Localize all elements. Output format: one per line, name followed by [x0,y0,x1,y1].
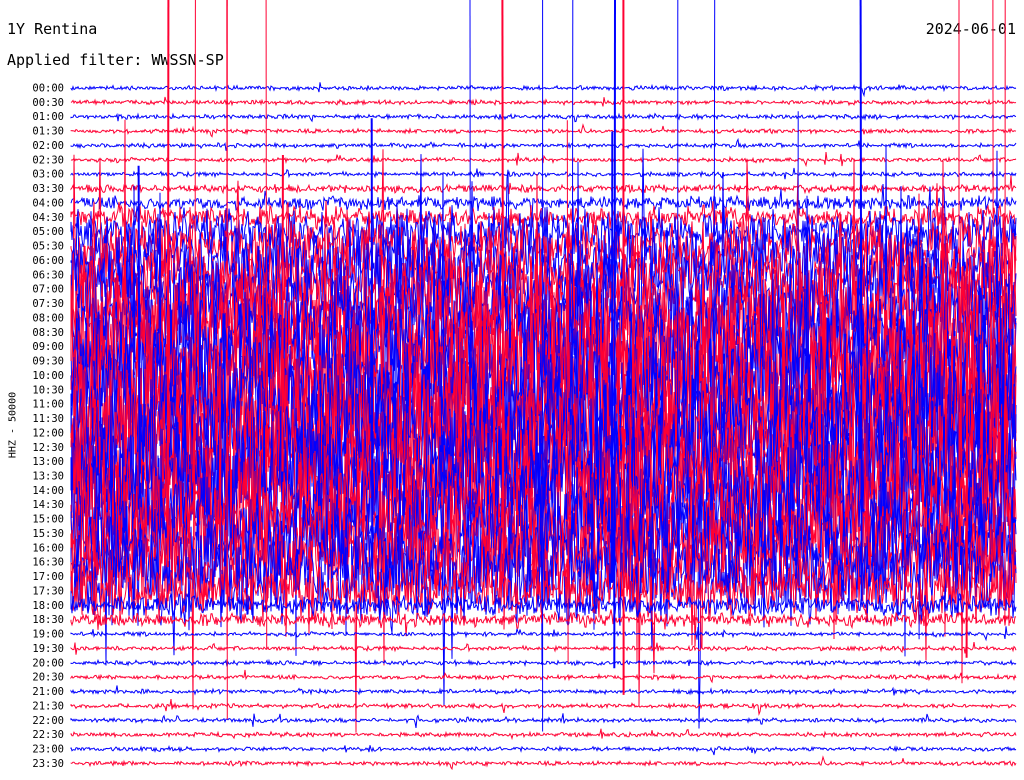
event-spike [613,0,616,669]
row-label-group: 00:00 00:30 01:00 01:30 02:00 02:30 03:00 03:30… [32,83,64,770]
row-label-2030: 20:30 [32,672,64,684]
row-label-1630: 16:30 [32,557,64,569]
row-label-0130: 01:30 [32,126,64,138]
row-label-0100: 01:00 [32,111,64,123]
trace-row-0200 [70,137,1017,151]
row-label-0930: 09:30 [32,356,64,368]
row-label-2300: 23:00 [32,744,64,756]
row-label-0000: 00:00 [32,83,64,95]
row-label-0030: 00:30 [32,97,64,109]
row-label-0700: 07:00 [32,284,64,296]
row-label-0900: 09:00 [32,341,64,353]
row-label-1930: 19:30 [32,643,64,655]
row-label-0730: 07:30 [32,298,64,310]
event-spike [469,0,471,493]
row-label-0800: 08:00 [32,312,64,324]
row-label-0630: 06:30 [32,269,64,281]
row-label-1300: 13:00 [32,456,64,468]
trace-row-2200 [70,713,1017,728]
trace-row-0230 [70,152,1017,168]
row-label-1130: 11:30 [32,413,64,425]
trace-row-0300 [70,167,1017,180]
row-label-1500: 15:00 [32,514,64,526]
event-spike [166,0,170,568]
trace-row-2300 [70,744,1017,756]
row-label-0200: 02:00 [32,140,64,152]
row-label-0230: 02:30 [32,154,64,166]
event-spike [965,316,969,658]
row-label-0500: 05:00 [32,226,64,238]
trace-row-0130 [70,123,1017,138]
trace-row-2030 [70,669,1017,684]
row-label-0400: 04:00 [32,198,64,210]
event-spike [370,118,374,582]
event-spike [866,221,869,477]
row-label-1900: 19:00 [32,629,64,641]
trace-row-2000 [70,658,1017,668]
row-label-1100: 11:00 [32,399,64,411]
trace-row-1900 [70,626,1017,642]
trace-group [70,0,1017,771]
trace-row-0030 [70,96,1017,107]
row-label-1230: 12:30 [32,442,64,454]
row-label-2230: 22:30 [32,729,64,741]
row-label-1800: 18:00 [32,600,64,612]
trace-row-2100 [70,685,1017,696]
trace-row-0000 [70,82,1017,98]
trace-row-1930 [70,642,1017,655]
row-label-1830: 18:30 [32,614,64,626]
row-label-0300: 03:00 [32,169,64,181]
row-label-0830: 08:30 [32,327,64,339]
event-spike [265,0,268,650]
row-label-1430: 14:30 [32,499,64,511]
row-label-1330: 13:30 [32,471,64,483]
row-label-1400: 14:00 [32,485,64,497]
row-label-1730: 17:30 [32,586,64,598]
event-spike [501,0,505,579]
row-label-1200: 12:00 [32,427,64,439]
event-spike [281,154,284,472]
trace-row-0100 [70,112,1017,123]
row-label-1000: 10:00 [32,370,64,382]
event-spike [797,111,799,542]
row-label-0530: 05:30 [32,241,64,253]
event-spike [137,165,141,499]
row-label-2130: 21:30 [32,700,64,712]
row-label-0600: 06:00 [32,255,64,267]
event-spike [859,0,863,601]
row-label-1530: 15:30 [32,528,64,540]
row-label-2200: 22:00 [32,715,64,727]
row-label-2100: 21:00 [32,686,64,698]
helicorder-plot: 00:00 00:30 01:00 01:30 02:00 02:30 03:00 03:30… [32,0,1017,771]
row-label-0430: 04:30 [32,212,64,224]
trace-row-2130 [70,699,1017,716]
row-label-2330: 23:30 [32,758,64,770]
row-label-2000: 20:00 [32,657,64,669]
trace-row-0330 [70,175,1017,195]
row-label-1030: 10:30 [32,384,64,396]
row-label-1600: 16:00 [32,542,64,554]
row-label-0330: 03:30 [32,183,64,195]
trace-row-2330 [70,755,1017,771]
trace-row-2230 [70,728,1017,741]
row-label-1700: 17:00 [32,571,64,583]
event-spike [992,0,994,532]
